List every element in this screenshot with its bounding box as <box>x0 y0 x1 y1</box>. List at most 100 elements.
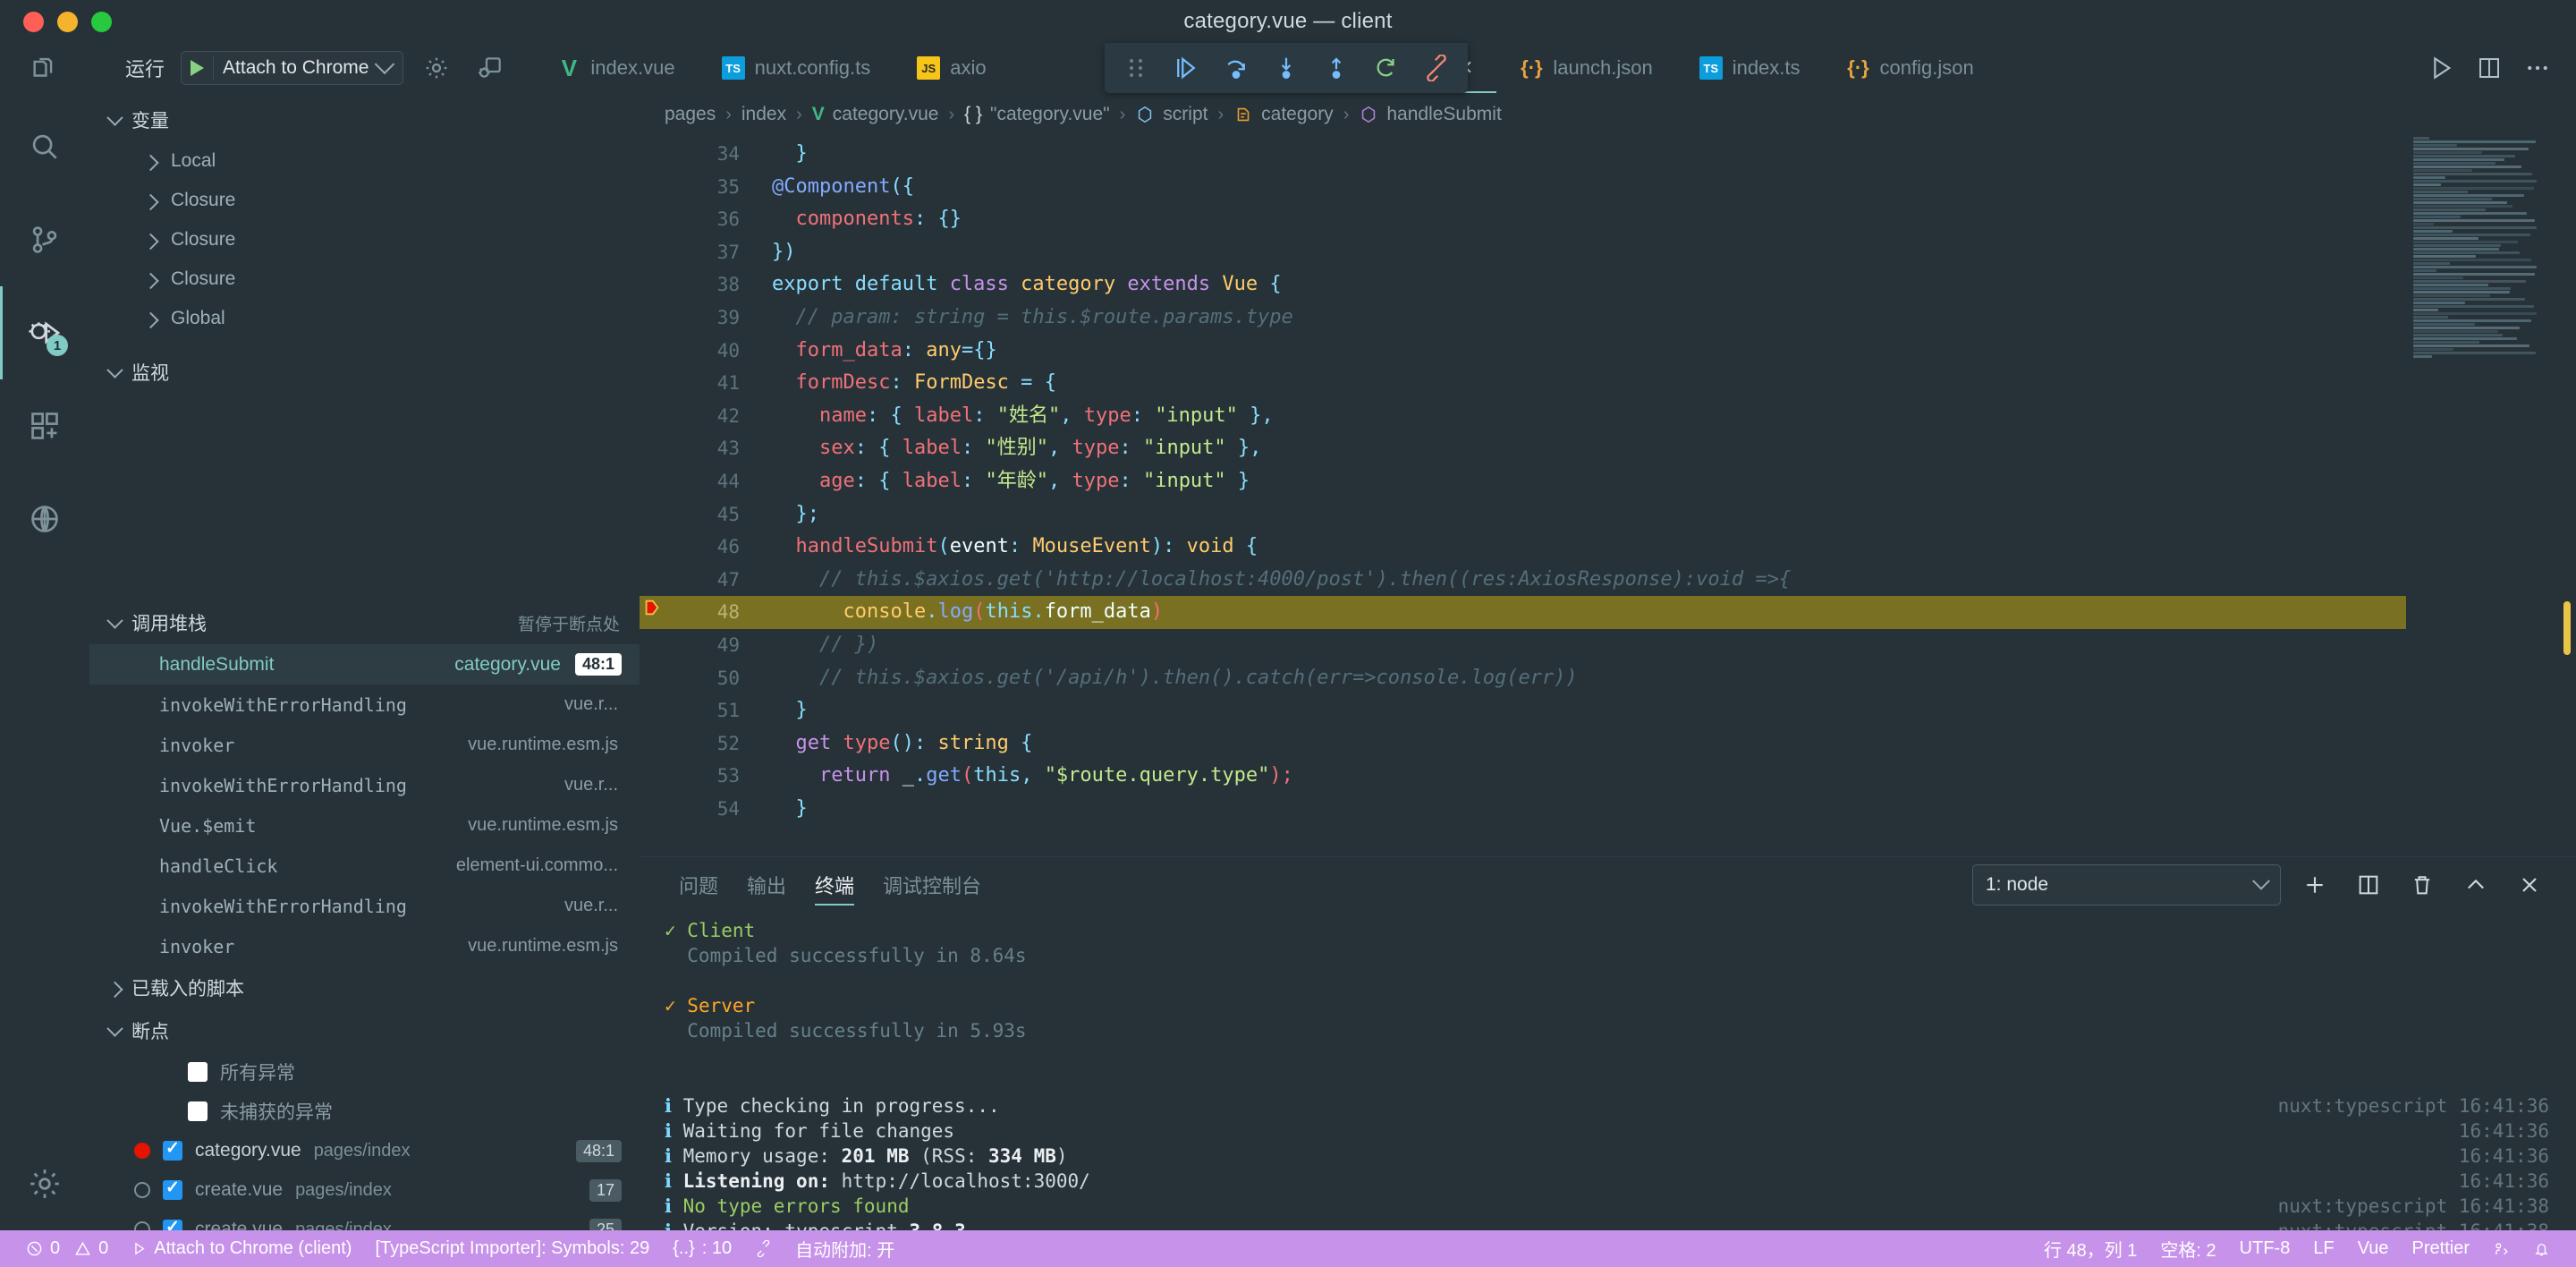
scope-closure-1[interactable]: Closure <box>89 181 640 220</box>
tab-nuxt-config-ts[interactable]: TS nuxt.config.ts <box>699 43 894 93</box>
activity-extensions[interactable] <box>0 379 89 472</box>
code-line[interactable]: 41 formDesc: FormDesc = { <box>640 367 2406 400</box>
section-watch[interactable]: 监视 <box>89 351 640 394</box>
code-line[interactable]: 38 export default class category extends … <box>640 268 2406 302</box>
terminal-select[interactable]: 1: node <box>1972 864 2281 906</box>
code-line[interactable]: 54 } <box>640 793 2406 826</box>
status-encoding[interactable]: UTF-8 <box>2228 1230 2302 1267</box>
activity-run-and-debug[interactable]: 1 <box>0 286 89 379</box>
status-indentation[interactable]: 空格: 2 <box>2148 1230 2227 1267</box>
breakpoint-marker-icon[interactable] <box>640 596 665 629</box>
explorer-icon-top[interactable] <box>0 53 89 83</box>
step-over-icon[interactable] <box>1221 53 1251 83</box>
code-line[interactable]: 46 handleSubmit(event: MouseEvent): void… <box>640 531 2406 564</box>
maximize-panel-icon[interactable] <box>2456 865 2496 905</box>
code-line[interactable]: 51 } <box>640 694 2406 727</box>
breadcrumb-item-category-vue[interactable]: V category.vue <box>812 104 939 125</box>
status-cursor-position[interactable]: 行 48，列 1 <box>2032 1230 2148 1267</box>
stack-frame[interactable]: Vue.$emit vue.runtime.esm.js <box>89 805 640 846</box>
code-line[interactable]: 45 }; <box>640 498 2406 531</box>
tab-index-ts[interactable]: TS index.ts <box>1676 43 1824 93</box>
scope-global[interactable]: Global <box>89 299 640 338</box>
status-debug-session[interactable]: Attach to Chrome (client) <box>120 1230 363 1267</box>
breakpoint-create-vue-17[interactable]: create.vue pages/index 17 <box>89 1170 640 1210</box>
section-variables[interactable]: 变量 <box>89 98 640 141</box>
start-debug-icon[interactable] <box>191 60 205 76</box>
activity-settings[interactable] <box>0 1137 89 1230</box>
breadcrumb-item-script[interactable]: script <box>1135 104 1208 125</box>
scope-closure-2[interactable]: Closure <box>89 220 640 259</box>
activity-remote-explorer[interactable] <box>0 472 89 565</box>
breadcrumb-item-class-category[interactable]: category <box>1233 104 1334 125</box>
code-line[interactable]: 52 get type(): string { <box>640 727 2406 761</box>
status-json-symbols[interactable]: {..} : 10 <box>661 1230 743 1267</box>
status-problems[interactable]: 0 0 <box>14 1230 120 1267</box>
tab-output[interactable]: 输出 <box>733 857 801 913</box>
tab-config-json[interactable]: {·} config.json <box>1824 43 1997 93</box>
checkbox[interactable] <box>163 1138 182 1161</box>
gear-icon[interactable] <box>416 47 457 89</box>
code-line[interactable]: 42 name: { label: "姓名", type: "input" }, <box>640 400 2406 433</box>
breakpoint-uncaught-exceptions[interactable]: 未捕获的异常 <box>89 1092 640 1131</box>
run-configuration-select[interactable]: Attach to Chrome <box>181 51 404 85</box>
stack-frame-handlesubmit[interactable]: handleSubmit category.vue 48:1 <box>89 644 640 685</box>
run-file-icon[interactable] <box>2420 47 2462 89</box>
activity-source-control[interactable] <box>0 193 89 286</box>
code-line[interactable]: 34 } <box>640 138 2406 171</box>
new-terminal-icon[interactable] <box>2295 865 2334 905</box>
code-line[interactable]: 39 // param: string = this.$route.params… <box>640 302 2406 335</box>
step-out-icon[interactable] <box>1321 53 1352 83</box>
tab-index-vue[interactable]: V index.vue <box>534 43 698 93</box>
breakpoint-create-vue-25[interactable]: create.vue pages/index 25 <box>89 1210 640 1230</box>
stack-frame[interactable]: invokeWithErrorHandling vue.r... <box>89 765 640 805</box>
section-loaded-scripts[interactable]: 已载入的脚本 <box>89 966 640 1009</box>
checkbox[interactable] <box>188 1062 208 1082</box>
continue-icon[interactable] <box>1171 53 1201 83</box>
code-line[interactable]: 53 return _.get(this, "$route.query.type… <box>640 760 2406 793</box>
status-notifications[interactable] <box>2521 1230 2562 1267</box>
tab-launch-json[interactable]: {·} launch.json <box>1496 43 1675 93</box>
code-line[interactable]: 44 age: { label: "年龄", type: "input" } <box>640 465 2406 498</box>
tab-debug-console[interactable]: 调试控制台 <box>869 857 996 913</box>
debug-console-icon[interactable] <box>470 47 511 89</box>
stack-frame[interactable]: handleClick element-ui.commo... <box>89 846 640 886</box>
split-editor-icon[interactable] <box>2469 47 2510 89</box>
status-auto-attach[interactable]: 自动附加: 开 <box>784 1230 906 1267</box>
code-line[interactable]: 50 // this.$axios.get('/api/h').then().c… <box>640 662 2406 695</box>
scope-local[interactable]: Local <box>89 141 640 181</box>
stack-frame[interactable]: invokeWithErrorHandling vue.r... <box>89 886 640 926</box>
checkbox[interactable] <box>188 1101 208 1121</box>
status-typescript-importer[interactable]: [TypeScript Importer]: Symbols: 29 <box>363 1230 661 1267</box>
tab-problems[interactable]: 问题 <box>665 857 733 913</box>
code-line[interactable]: 37}) <box>640 236 2406 269</box>
code-line[interactable]: 43 sex: { label: "性别", type: "input" }, <box>640 432 2406 465</box>
kill-terminal-icon[interactable] <box>2402 865 2442 905</box>
tab-terminal[interactable]: 终端 <box>801 857 869 913</box>
section-breakpoints[interactable]: 断点 <box>89 1009 640 1052</box>
restart-icon[interactable] <box>1371 53 1402 83</box>
stack-frame[interactable]: invoker vue.runtime.esm.js <box>89 725 640 765</box>
stack-frame[interactable]: invokeWithErrorHandling vue.r... <box>89 685 640 725</box>
code-line[interactable]: 40 form_data: any={} <box>640 335 2406 368</box>
close-panel-icon[interactable] <box>2510 865 2549 905</box>
stack-frame[interactable]: invoker vue.runtime.esm.js <box>89 926 640 966</box>
step-into-icon[interactable] <box>1271 53 1301 83</box>
grip-handle[interactable] <box>1121 53 1151 83</box>
checkbox[interactable] <box>163 1178 182 1200</box>
breakpoint-category-vue[interactable]: category.vue pages/index 48:1 <box>89 1131 640 1170</box>
terminal-output[interactable]: ✓ Client Compiled successfully in 8.64s … <box>640 913 2576 1230</box>
status-remote-indicator[interactable] <box>2481 1230 2521 1267</box>
more-actions-icon[interactable] <box>2517 47 2558 89</box>
section-callstack[interactable]: 调用堆栈 暂停于断点处 <box>89 601 640 644</box>
activity-search[interactable] <box>0 100 89 193</box>
split-terminal-icon[interactable] <box>2349 865 2388 905</box>
status-language-mode[interactable]: Vue <box>2346 1230 2401 1267</box>
status-live-share[interactable] <box>743 1230 784 1267</box>
code-line[interactable]: 35 @Component({ <box>640 171 2406 204</box>
code-line[interactable]: 36 components: {} <box>640 203 2406 236</box>
breadcrumb-item-index[interactable]: index <box>741 104 786 125</box>
code-editor[interactable]: 34 } 35 @Component({36 components: {} 37}) 3… <box>640 136 2406 856</box>
minimap[interactable] <box>2406 136 2576 856</box>
breakpoint-all-exceptions[interactable]: 所有异常 <box>89 1052 640 1092</box>
breadcrumb-item-category-string[interactable]: { } "category.vue" <box>964 104 1109 125</box>
